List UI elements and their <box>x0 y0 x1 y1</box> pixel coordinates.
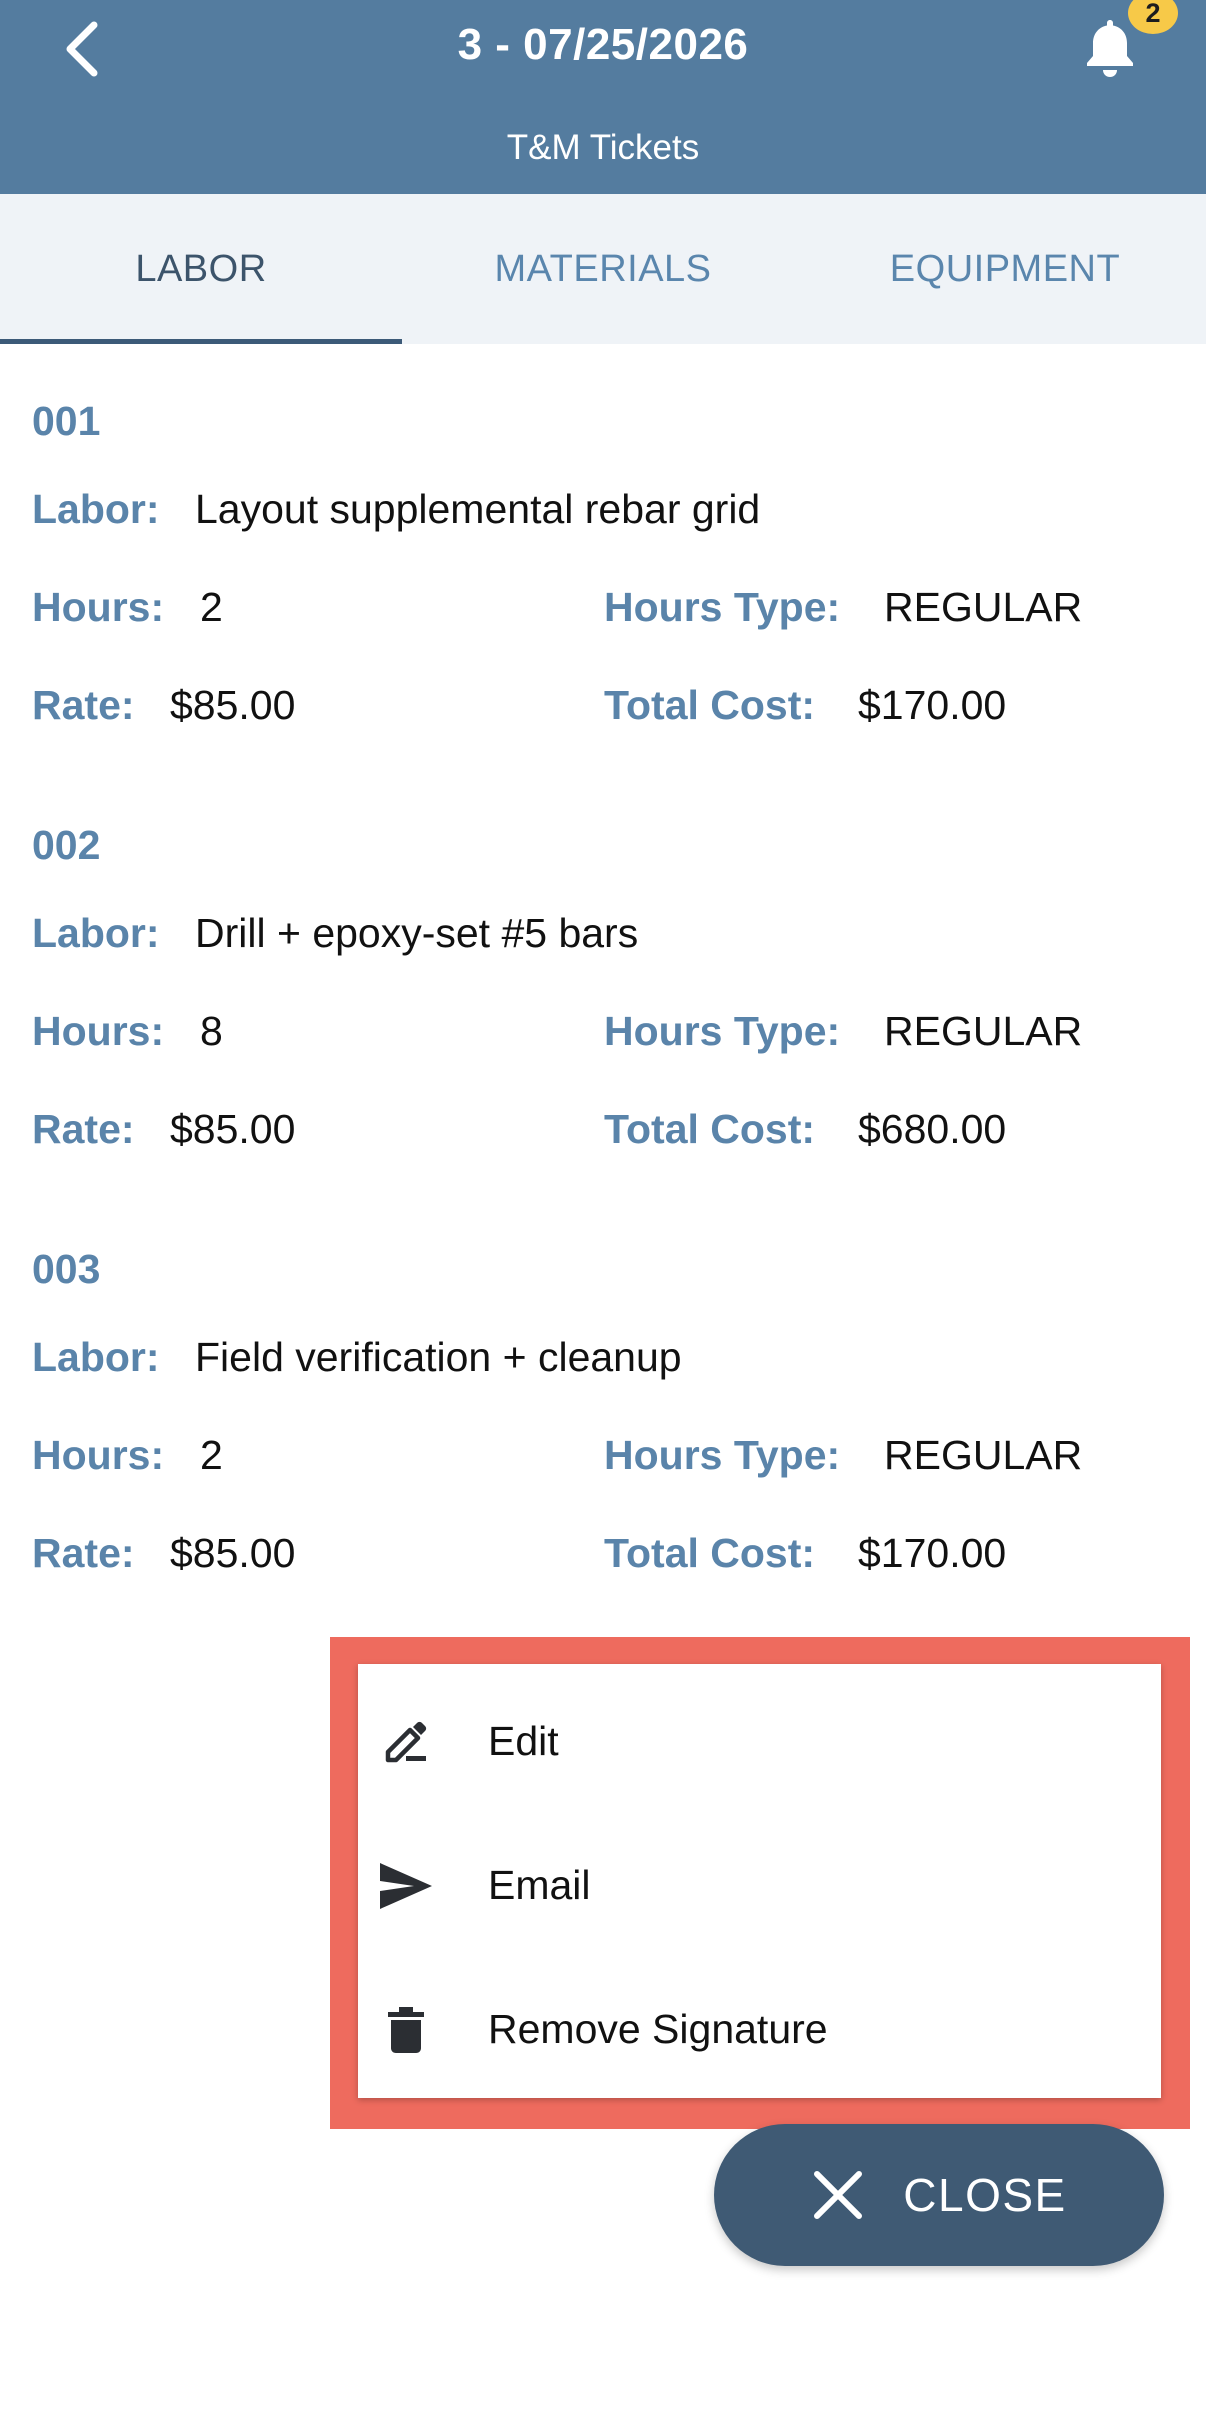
app-header: 3 - 07/25/2026 T&M Tickets 2 <box>0 0 1206 194</box>
rate-row: Rate: $85.00 Total Cost: $680.00 <box>0 1106 1206 1162</box>
hours-value: 8 <box>200 1008 223 1054</box>
labor-label: Labor: <box>32 910 160 956</box>
menu-item-label: Remove Signature <box>488 2006 828 2052</box>
hours-row: Hours: 2 Hours Type: REGULAR <box>0 1432 1206 1488</box>
bell-icon <box>1087 20 1133 77</box>
labor-value: Field verification + cleanup <box>195 1334 682 1380</box>
tab-bar: LABOR MATERIALS EQUIPMENT <box>0 194 1206 344</box>
hours-label: Hours: <box>32 1432 165 1478</box>
pencil-edit-icon <box>376 1712 436 1772</box>
menu-item-email[interactable]: Email <box>358 1816 1161 1956</box>
rate-value: $85.00 <box>170 1106 296 1152</box>
notifications-button[interactable] <box>1080 16 1140 80</box>
tab-equipment[interactable]: EQUIPMENT <box>804 194 1206 344</box>
rate-value: $85.00 <box>170 682 296 728</box>
total-cost-label: Total Cost: <box>604 1530 816 1576</box>
close-button-label: CLOSE <box>903 2169 1067 2221</box>
total-cost-label: Total Cost: <box>604 1106 816 1152</box>
rate-value: $85.00 <box>170 1530 296 1576</box>
page-subtitle: T&M Tickets <box>506 128 700 167</box>
trash-icon <box>376 2000 436 2060</box>
tab-labor[interactable]: LABOR <box>0 194 402 344</box>
total-cost-value: $170.00 <box>858 682 1007 728</box>
labor-value: Drill + epoxy-set #5 bars <box>195 910 639 956</box>
page-title: 3 - 07/25/2026 <box>457 20 749 69</box>
entry-number: 003 <box>32 1246 101 1292</box>
hours-type-value: REGULAR <box>884 1432 1083 1478</box>
total-cost-value: $170.00 <box>858 1530 1007 1576</box>
labor-row: Labor: Field verification + cleanup <box>0 1334 1206 1390</box>
labor-label: Labor: <box>32 486 160 532</box>
rate-label: Rate: <box>32 1530 135 1576</box>
hours-type-value: REGULAR <box>884 584 1083 630</box>
hours-value: 2 <box>200 1432 223 1478</box>
hours-type-label: Hours Type: <box>604 584 841 630</box>
entry-number: 001 <box>32 398 101 444</box>
menu-item-label: Edit <box>488 1718 559 1764</box>
rate-label: Rate: <box>32 1106 135 1152</box>
total-cost-label: Total Cost: <box>604 682 816 728</box>
labor-value: Layout supplemental rebar grid <box>195 486 761 532</box>
close-button[interactable]: CLOSE <box>714 2124 1164 2266</box>
hours-value: 2 <box>200 584 223 630</box>
menu-item-remove-signature[interactable]: Remove Signature <box>358 1960 1161 2100</box>
hours-row: Hours: 2 Hours Type: REGULAR <box>0 584 1206 640</box>
labor-row: Labor: Layout supplemental rebar grid <box>0 486 1206 542</box>
hours-label: Hours: <box>32 1008 165 1054</box>
entry-number: 002 <box>32 822 101 868</box>
labor-label: Labor: <box>32 1334 160 1380</box>
hours-type-value: REGULAR <box>884 1008 1083 1054</box>
rate-label: Rate: <box>32 682 135 728</box>
labor-row: Labor: Drill + epoxy-set #5 bars <box>0 910 1206 966</box>
tab-materials[interactable]: MATERIALS <box>402 194 804 344</box>
hours-label: Hours: <box>32 584 165 630</box>
hours-row: Hours: 8 Hours Type: REGULAR <box>0 1008 1206 1064</box>
actions-menu: Edit Email Remove Signature <box>358 1664 1161 2098</box>
hours-type-label: Hours Type: <box>604 1008 841 1054</box>
send-icon <box>376 1856 436 1916</box>
menu-item-edit[interactable]: Edit <box>358 1672 1161 1812</box>
total-cost-value: $680.00 <box>858 1106 1007 1152</box>
rate-row: Rate: $85.00 Total Cost: $170.00 <box>0 1530 1206 1586</box>
menu-item-label: Email <box>488 1862 591 1908</box>
hours-type-label: Hours Type: <box>604 1432 841 1478</box>
close-icon <box>814 2171 863 2219</box>
rate-row: Rate: $85.00 Total Cost: $170.00 <box>0 682 1206 738</box>
